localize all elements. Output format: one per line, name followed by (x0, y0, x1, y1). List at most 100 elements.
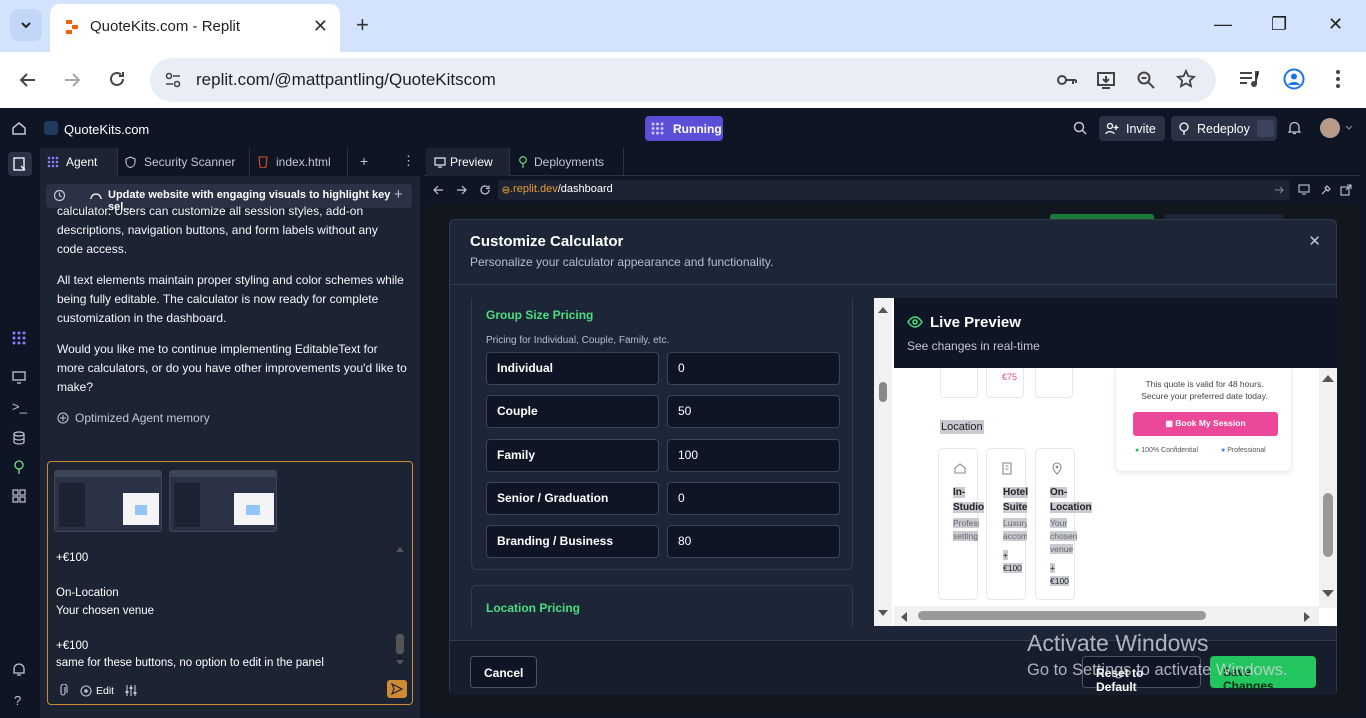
window-close-icon[interactable]: ✕ (1328, 14, 1343, 35)
pricing-label-input[interactable]: Family (486, 439, 659, 472)
url-text[interactable]: replit.com/@mattpantling/QuoteKitscom (196, 70, 496, 90)
pricing-value-input[interactable]: 80 (667, 525, 840, 558)
pricing-value-input[interactable]: 100 (667, 439, 840, 472)
scroll-down-icon[interactable] (1322, 590, 1334, 598)
open-new-tab-icon[interactable] (1340, 184, 1352, 196)
option-name: Hotel (1003, 487, 1028, 498)
reload-icon[interactable] (107, 69, 127, 89)
tab-deployments[interactable]: Deployments (510, 148, 624, 176)
group-size-pricing-card: Group Size Pricing Pricing for Individua… (471, 298, 853, 570)
browser-tab[interactable]: QuoteKits.com - Replit ✕ (50, 4, 340, 52)
minimize-icon[interactable]: — (1214, 14, 1232, 35)
device-icon[interactable] (1298, 184, 1310, 195)
scroll-up-icon[interactable] (396, 546, 404, 552)
files-rail-button[interactable] (8, 152, 32, 176)
history-icon[interactable] (53, 189, 66, 202)
pricing-value-input[interactable]: 50 (667, 395, 840, 428)
password-key-icon[interactable] (1056, 71, 1078, 89)
pricing-label-input[interactable]: Couple (486, 395, 659, 428)
scroll-thumb[interactable] (1323, 493, 1333, 557)
group-size-title: Group Size Pricing (486, 308, 594, 322)
scroll-left-icon[interactable] (900, 612, 907, 622)
install-app-icon[interactable] (1096, 70, 1116, 90)
zoom-icon[interactable] (1136, 70, 1156, 90)
avatar[interactable] (1320, 118, 1340, 138)
redeploy-button[interactable]: Redeploy (1171, 116, 1277, 141)
new-thread-icon[interactable]: + (394, 186, 403, 203)
more-options-icon[interactable]: ⋮ (402, 153, 415, 169)
settings-scrollbar[interactable] (874, 298, 892, 626)
project-name[interactable]: QuoteKits.com (64, 122, 149, 137)
scroll-thumb[interactable] (879, 382, 887, 402)
bookmark-star-icon[interactable] (1176, 69, 1196, 89)
pricing-value-input[interactable]: 0 (667, 482, 840, 515)
scroll-up-icon[interactable] (878, 306, 888, 313)
shell-icon[interactable]: >_ (12, 399, 27, 414)
cancel-button[interactable]: Cancel (470, 656, 537, 688)
running-button[interactable]: Running (645, 116, 723, 141)
site-info-icon[interactable] (164, 71, 182, 89)
alerts-icon[interactable] (12, 662, 26, 676)
preview-url-bar[interactable]: .replit.dev/dashboard (498, 180, 1290, 200)
tab-search-button[interactable] (10, 9, 42, 41)
book-session-button[interactable]: ▦ Book My Session (1133, 412, 1278, 436)
forward-icon[interactable] (62, 70, 82, 90)
tab-agent[interactable]: Agent (40, 148, 118, 176)
home-icon[interactable] (12, 121, 26, 135)
close-tab-icon[interactable]: ✕ (313, 16, 328, 37)
attachment-thumbnail[interactable] (169, 470, 277, 532)
scroll-thumb[interactable] (396, 634, 404, 654)
scroll-thumb[interactable] (918, 611, 1206, 620)
attachment-thumbnail[interactable] (54, 470, 162, 532)
back-icon[interactable] (18, 70, 38, 90)
message-paragraph: All text elements maintain proper stylin… (57, 273, 404, 325)
composer-text[interactable]: +€100 On-Location Your chosen venue +€10… (56, 550, 386, 673)
edit-mode-icon[interactable] (80, 685, 92, 697)
chrome-menu-icon[interactable] (1334, 69, 1342, 89)
new-tab-icon[interactable]: + (356, 12, 369, 38)
bell-icon[interactable] (1288, 121, 1301, 135)
scroll-down-icon[interactable] (396, 660, 404, 666)
close-icon[interactable]: ✕ (1308, 232, 1321, 250)
deployments-icon[interactable] (13, 460, 25, 474)
add-tab-icon[interactable]: + (360, 153, 368, 169)
agent-grid-icon[interactable] (12, 331, 26, 345)
pricing-label-input[interactable]: Senior / Graduation (486, 482, 659, 515)
restore-icon[interactable]: ❐ (1271, 14, 1287, 35)
chevron-down-icon[interactable] (1345, 125, 1353, 131)
profile-icon[interactable] (1283, 68, 1305, 90)
pricing-label-input[interactable]: Individual (486, 352, 659, 385)
forward-icon[interactable] (456, 185, 467, 195)
edit-mode-label[interactable]: Edit (96, 685, 114, 697)
composer-scrollbar[interactable] (394, 546, 406, 666)
invite-button[interactable]: Invite (1099, 116, 1165, 141)
scroll-down-icon[interactable] (878, 610, 888, 617)
omnibox[interactable]: replit.com/@mattpantling/QuoteKitscom (150, 58, 1216, 102)
devtools-icon[interactable] (1320, 184, 1332, 196)
scroll-right-icon[interactable] (1304, 612, 1311, 622)
chat-composer[interactable]: +€100 On-Location Your chosen venue +€10… (47, 461, 413, 705)
tab-index-html[interactable]: index.html (250, 148, 348, 176)
pricing-value-input[interactable]: 0 (667, 352, 840, 385)
preview-vertical-scrollbar[interactable] (1319, 368, 1337, 608)
preview-horizontal-scrollbar[interactable] (894, 606, 1319, 626)
search-icon[interactable] (1073, 121, 1087, 135)
tab-preview[interactable]: Preview (426, 148, 510, 176)
media-control-icon[interactable] (1238, 69, 1260, 89)
back-icon[interactable] (433, 185, 444, 195)
option-desc: chosen (1050, 531, 1078, 541)
reload-icon[interactable] (479, 184, 491, 196)
send-button[interactable] (387, 680, 407, 698)
database-icon[interactable] (13, 431, 25, 445)
pricing-label-input[interactable]: Branding / Business (486, 525, 659, 558)
all-tools-icon[interactable] (12, 489, 26, 503)
deploy-menu-icon[interactable] (1257, 120, 1274, 137)
open-url-arrow-icon[interactable] (1274, 185, 1284, 195)
link-icon (502, 186, 510, 194)
settings-sliders-icon[interactable] (124, 684, 137, 697)
scroll-up-icon[interactable] (1322, 374, 1334, 382)
help-icon[interactable]: ? (14, 693, 21, 708)
tab-security-scanner[interactable]: Security Scanner (118, 148, 250, 176)
paperclip-icon[interactable] (58, 684, 68, 697)
monitor-icon[interactable] (12, 371, 26, 384)
